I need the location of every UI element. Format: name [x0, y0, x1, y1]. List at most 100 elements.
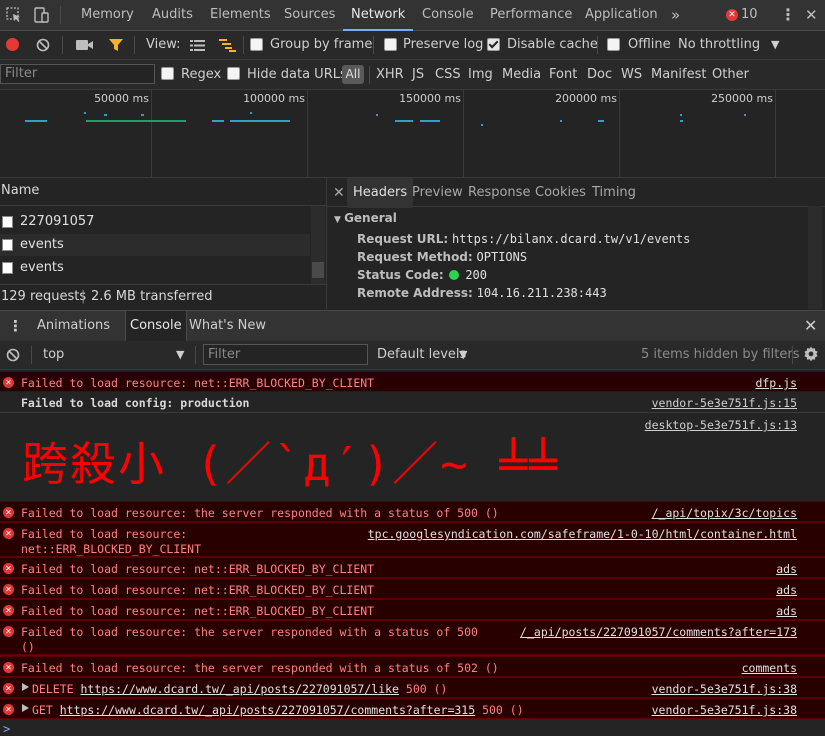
- devtools-menu-icon[interactable]: ⋮: [780, 0, 796, 30]
- close-drawer-icon[interactable]: ✕: [804, 311, 817, 341]
- more-tabs-button[interactable]: »: [671, 0, 680, 30]
- tab-audits[interactable]: Audits: [152, 0, 193, 30]
- console-filter-input[interactable]: Filter: [203, 344, 368, 365]
- screenshots-camera-icon[interactable]: [76, 39, 94, 51]
- message-source-link[interactable]: vendor-5e3e751f.js:15: [652, 396, 797, 410]
- transferred-size: 2.6 MB transferred: [91, 289, 213, 304]
- console-settings-gear-icon[interactable]: [803, 346, 819, 362]
- network-overview-timeline[interactable]: 50000 ms 100000 ms 150000 ms 200000 ms 2…: [0, 90, 825, 178]
- general-section-toggle[interactable]: ▼ General: [334, 211, 397, 225]
- message-source-link[interactable]: /_api/topix/3c/topics: [652, 506, 797, 520]
- inspect-element-icon[interactable]: [6, 7, 22, 23]
- console-network-error[interactable]: ✕ GET https://www.dcard.tw/_api/posts/22…: [0, 698, 825, 719]
- tab-network[interactable]: Network: [342, 0, 414, 31]
- tab-console[interactable]: Console: [422, 0, 474, 30]
- message-text: Failed to load resource: net::ERR_BLOCKE…: [21, 562, 375, 576]
- console-prompt-caret[interactable]: >: [3, 722, 10, 736]
- preserve-log-checkbox[interactable]: [384, 38, 397, 51]
- request-row[interactable]: events: [0, 234, 310, 256]
- tab-console-drawer[interactable]: Console: [125, 311, 187, 341]
- filter-type-other[interactable]: Other: [712, 60, 749, 89]
- expand-triangle-icon[interactable]: [22, 704, 29, 712]
- request-row[interactable]: 227091057: [0, 211, 310, 233]
- throttling-select[interactable]: No throttling: [678, 31, 760, 59]
- request-url-link[interactable]: https://www.dcard.tw/_api/posts/22709105…: [80, 682, 399, 696]
- tab-memory[interactable]: Memory: [81, 0, 134, 30]
- details-scrollbar[interactable]: [808, 206, 822, 309]
- close-devtools-icon[interactable]: ✕: [805, 0, 818, 30]
- network-summary-bar: 129 requests | 2.6 MB transferred: [0, 284, 326, 310]
- scrollbar-thumb[interactable]: [312, 262, 324, 278]
- error-count-icon[interactable]: ✕: [726, 9, 738, 21]
- message-source-link[interactable]: vendor-5e3e751f.js:38: [652, 703, 797, 717]
- regex-checkbox[interactable]: [161, 67, 174, 80]
- message-source-link[interactable]: ads: [776, 604, 797, 618]
- message-text-continued: (): [21, 640, 35, 654]
- tab-whats-new[interactable]: What's New: [189, 311, 266, 341]
- expand-triangle-icon[interactable]: [22, 683, 29, 691]
- record-icon[interactable]: [6, 38, 19, 51]
- timeline-bar: [481, 124, 483, 126]
- message-source-link[interactable]: ads: [776, 583, 797, 597]
- message-source-link[interactable]: ads: [776, 562, 797, 576]
- filter-type-media[interactable]: Media: [502, 60, 541, 89]
- tab-application[interactable]: Application: [585, 0, 658, 30]
- context-dropdown-icon[interactable]: ▼: [176, 341, 184, 369]
- request-row[interactable]: events: [0, 257, 310, 279]
- regex-label: Regex: [181, 67, 222, 82]
- tab-sources[interactable]: Sources: [284, 0, 335, 30]
- filter-type-doc[interactable]: Doc: [587, 60, 612, 89]
- tab-preview[interactable]: Preview: [412, 178, 463, 208]
- drawer-menu-icon[interactable]: ⋮: [8, 311, 23, 341]
- error-icon: ✕: [3, 528, 14, 539]
- filter-type-all[interactable]: All: [342, 65, 364, 84]
- filter-type-js[interactable]: JS: [412, 60, 424, 89]
- name-column-header[interactable]: Name: [0, 178, 326, 206]
- filter-type-manifest[interactable]: Manifest: [651, 60, 706, 89]
- tab-performance[interactable]: Performance: [490, 0, 572, 30]
- network-filter-input[interactable]: Filter: [0, 64, 155, 84]
- header-key: Status Code:: [357, 268, 444, 282]
- close-details-icon[interactable]: ✕: [333, 178, 345, 208]
- message-text: Failed to load resource:: [21, 527, 188, 541]
- request-url-link[interactable]: https://www.dcard.tw/_api/posts/22709105…: [60, 703, 475, 717]
- message-source-link[interactable]: /_api/posts/227091057/comments?after=173: [520, 625, 797, 639]
- group-by-frame-checkbox[interactable]: [250, 38, 263, 51]
- tab-response[interactable]: Response: [468, 178, 530, 208]
- message-source-link[interactable]: desktop-5e3e751f.js:13: [645, 418, 797, 432]
- console-error-message: ✕ Failed to load resource: net::ERR_BLOC…: [0, 578, 825, 599]
- tab-timing[interactable]: Timing: [592, 178, 636, 208]
- clear-console-icon[interactable]: [6, 348, 20, 362]
- log-levels-select[interactable]: Default levels: [377, 341, 466, 369]
- throttling-dropdown-icon[interactable]: ▼: [771, 31, 779, 59]
- waterfall-overview-icon[interactable]: [219, 39, 236, 52]
- section-title: General: [344, 211, 397, 225]
- filter-type-css[interactable]: CSS: [435, 60, 461, 89]
- toolbar-divider: [62, 36, 63, 54]
- log-levels-dropdown-icon[interactable]: ▼: [459, 341, 467, 369]
- filter-type-xhr[interactable]: XHR: [376, 60, 404, 89]
- message-source-link[interactable]: vendor-5e3e751f.js:38: [652, 682, 797, 696]
- timeline-tick-label: 150000 ms: [399, 92, 461, 105]
- disable-cache-checkbox[interactable]: [487, 38, 500, 51]
- tab-headers[interactable]: Headers: [347, 178, 414, 208]
- console-network-error[interactable]: ✕ DELETE https://www.dcard.tw/_api/posts…: [0, 677, 825, 698]
- offline-checkbox[interactable]: [607, 38, 620, 51]
- context-select[interactable]: top: [43, 341, 64, 369]
- filter-type-font[interactable]: Font: [549, 60, 577, 89]
- hide-data-urls-checkbox[interactable]: [227, 67, 240, 80]
- device-toolbar-icon[interactable]: [33, 6, 51, 24]
- tab-animations[interactable]: Animations: [37, 311, 110, 341]
- filter-type-img[interactable]: Img: [468, 60, 493, 89]
- header-row: Request URL: https://bilanx.dcard.tw/v1/…: [357, 232, 690, 246]
- tab-elements[interactable]: Elements: [210, 0, 271, 30]
- message-source-link[interactable]: comments: [742, 661, 797, 675]
- error-count[interactable]: 10: [741, 0, 758, 30]
- filter-funnel-icon[interactable]: [108, 38, 124, 52]
- message-source-link[interactable]: tpc.googlesyndication.com/safeframe/1-0-…: [368, 527, 797, 541]
- tab-cookies[interactable]: Cookies: [535, 178, 586, 208]
- large-request-rows-icon[interactable]: [190, 40, 205, 51]
- clear-icon[interactable]: [36, 38, 50, 52]
- message-source-link[interactable]: dfp.js: [755, 376, 797, 390]
- filter-type-ws[interactable]: WS: [621, 60, 642, 89]
